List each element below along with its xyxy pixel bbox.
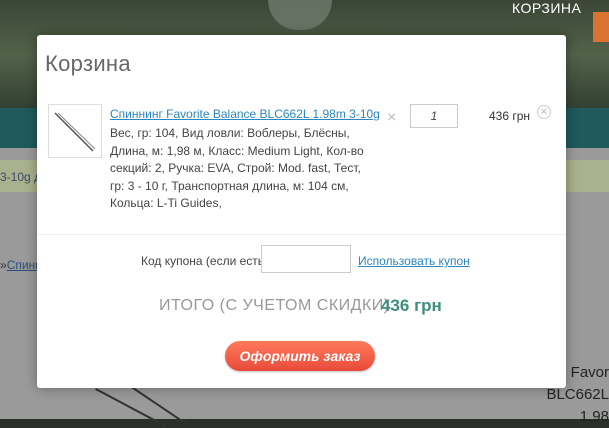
total-value: 436 грн [381,296,442,315]
total-label: ИТОГО (С УЧЕТОМ СКИДКИ): [159,297,395,314]
remove-item-icon[interactable]: ✕ [537,105,551,119]
coupon-input[interactable] [261,245,351,273]
quantity-input[interactable] [410,104,458,128]
product-name-link[interactable]: Спиннинг Favorite Balance BLC662L 1.98m … [110,107,380,121]
checkout-button[interactable]: Оформить заказ [225,341,375,371]
cart-icon[interactable] [593,12,609,42]
product-thumbnail[interactable] [48,104,102,158]
header-cart-link[interactable]: КОРЗИНА [512,0,581,16]
coupon-label: Код купона (если есть): [141,254,272,268]
product-description: Вес, гр: 104, Вид ловли: Воблеры, Блёсны… [110,126,364,210]
product-title-line-2: BLC662L 1.98 [546,386,609,425]
cart-modal: Корзина Спиннинг Favorite Balance BLC662… [37,35,566,388]
modal-title: Корзина [45,51,131,76]
apply-coupon-link[interactable]: Использовать купон [358,254,470,268]
times-icon: × [387,109,397,126]
breadcrumb: »Спинн [0,258,42,272]
item-price: 436 грн [489,109,531,123]
divider [37,234,566,235]
